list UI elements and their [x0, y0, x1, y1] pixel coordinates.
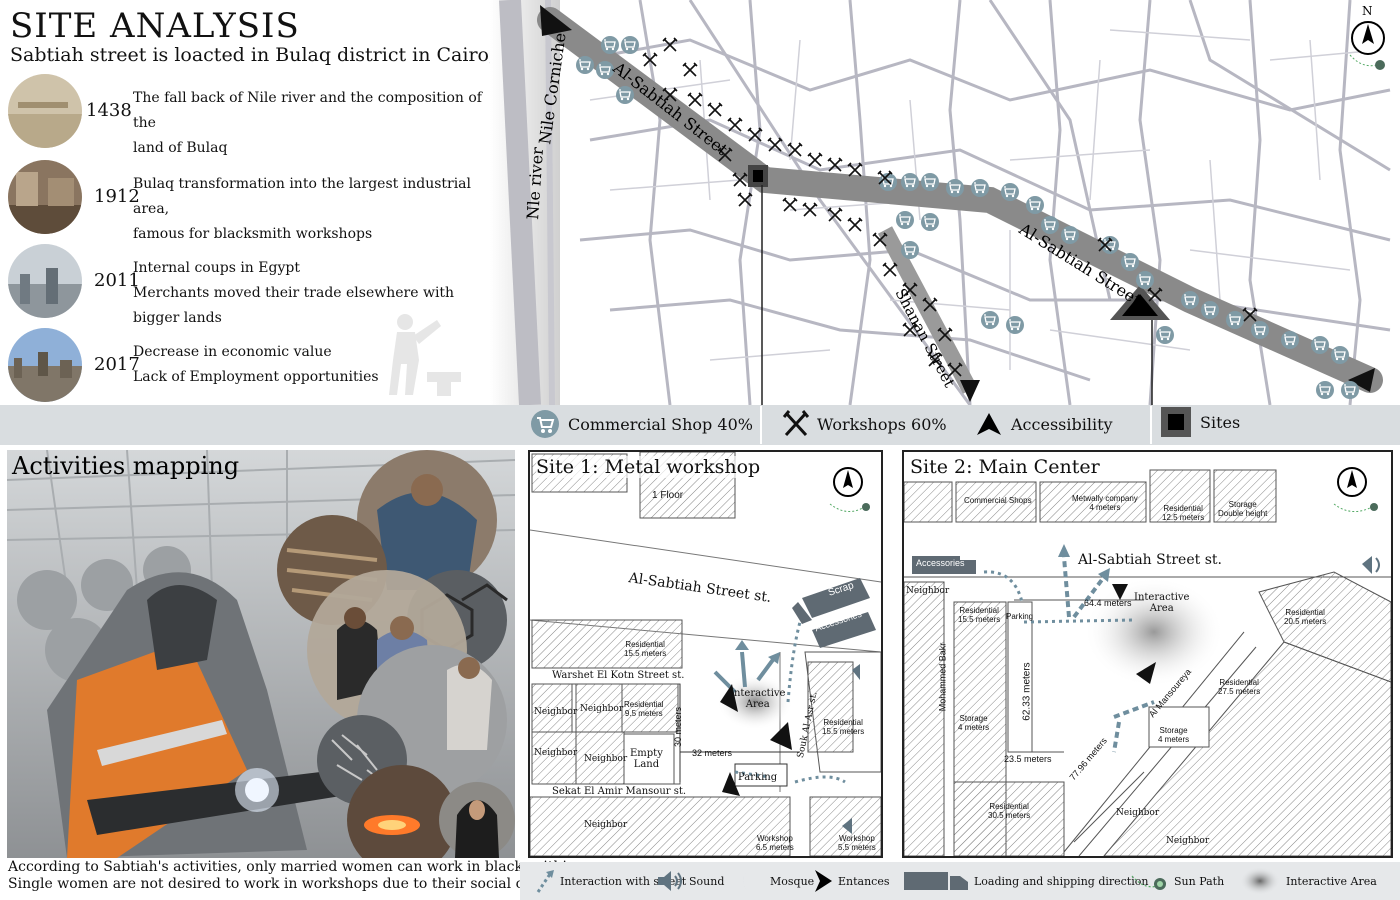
site1-neighbor-label: Neighbor — [534, 707, 578, 717]
activities-photo-collage — [7, 450, 515, 858]
legend-sites: Sites — [1160, 407, 1241, 437]
timeline-item: 1912 Bulaq transformation into the large… — [8, 160, 508, 242]
legend-mosque: Mosque — [740, 866, 814, 896]
site2-235m-label: 23.5 meters — [1004, 754, 1052, 764]
legend-interactive-area: Interactive Area — [1238, 866, 1377, 896]
timeline-text: The fall back of Nile river and the comp… — [133, 90, 482, 131]
north-arrow-icon — [1333, 467, 1378, 512]
site2-6233m-label: 62.33 meters — [1021, 662, 1033, 721]
legend-workshops: Workshops 60% — [783, 410, 947, 437]
timeline-text: Merchants moved their trade elsewhere wi… — [133, 285, 455, 326]
site1-neighbor-label: Neighbor — [534, 748, 578, 758]
site2-neighbor-label: Neighbor — [906, 586, 950, 596]
site2-mohammed-label: Mohammed Bakr — [937, 642, 948, 712]
arrow-head-icon — [977, 413, 1001, 435]
site1-32m-label: 32 meters — [692, 748, 733, 758]
page-title: SITE ANALYSIS — [10, 6, 300, 46]
site1-residential2: Residential 9.5 meters — [624, 700, 664, 718]
activities-note-1: According to Sabtiah's activities, only … — [8, 859, 585, 875]
timeline-item: 2011 Internal coups in Egypt Merchants m… — [8, 244, 508, 326]
site1-workshop1: Workshop 6.5 meters — [756, 834, 794, 852]
timeline-photo — [8, 160, 82, 234]
site2-interactive-area: Interactive Area — [1134, 592, 1190, 614]
site2-neighbor-label: Neighbor — [1166, 836, 1210, 846]
site-map: N Nile Corniche Nle river Al-Sabtiah Str… — [490, 0, 1400, 405]
legend-sun-path: Sun Path — [1130, 866, 1224, 896]
site1-neighbor-label: Neighbor — [584, 754, 628, 764]
site2-street-label: Al-Sabtiah Street st. — [1078, 552, 1222, 568]
site2-neighbor-label: Neighbor — [1116, 808, 1160, 818]
timeline-photo — [8, 74, 82, 148]
map-drawing: N Nile Corniche Nle river Al-Sabtiah Str… — [490, 0, 1400, 405]
site2-644m-label: 64.4 meters — [1084, 598, 1132, 608]
site1-neighbor-label: Neighbor — [584, 820, 628, 830]
activities-title: Activities mapping — [12, 452, 240, 480]
legend-accessibility-label: Accessibility — [1011, 414, 1113, 434]
site1-neighbor-label: Neighbor — [580, 704, 624, 714]
site2-panel: Site 2: Main Center Commercial Shops Met… — [902, 450, 1393, 858]
timeline-item: 2017 Decrease in economic value Lack of … — [8, 328, 508, 402]
dashed-arrow-icon — [536, 870, 554, 893]
site1-interactive-area: Interactive Area — [730, 688, 786, 710]
timeline-photo — [8, 328, 82, 402]
speaker-icon — [658, 871, 682, 891]
site1-sekat-label: Sekat El Amir Mansour st. — [552, 786, 687, 797]
legend-sites-label: Sites — [1200, 412, 1241, 432]
interactive-area-icon — [1240, 867, 1280, 895]
site2-residential-c: Residential 20.5 meters — [1284, 608, 1327, 626]
timeline-year: 1438 — [86, 100, 132, 121]
plan-legend: Interaction with street Sound Mosque Ent… — [520, 862, 1400, 900]
timeline-text: Internal coups in Egypt — [133, 260, 300, 276]
site-square-icon — [1161, 407, 1191, 437]
site1-panel: Site 1: Metal workshop 1 Floor Al-Sabtia… — [528, 450, 883, 858]
site2-title: Site 2: Main Center — [910, 456, 1100, 478]
timeline-text: Decrease in economic value — [133, 344, 332, 360]
site2-storage3: Storage 4 meters — [958, 714, 990, 732]
timeline-item: 1438 The fall back of Nile river and the… — [8, 74, 508, 156]
north-arrow-icon — [829, 467, 870, 512]
site1-residential3: Residential 15.5 meters — [822, 718, 865, 736]
site2-plan — [904, 467, 1391, 856]
legend-commercial: Commercial Shop 40% — [530, 410, 753, 438]
site2-parking-label: Parking — [1006, 612, 1034, 621]
sound-icon — [1362, 556, 1380, 574]
timeline-text: land of Bulaq — [133, 140, 228, 156]
legend-entrances: Entances — [812, 866, 890, 896]
legend-workshops-label: Workshops 60% — [817, 414, 947, 434]
timeline-photo — [8, 244, 82, 318]
timeline-text: Lack of Employment opportunities — [133, 369, 379, 385]
timeline-text: Bulaq transformation into the largest in… — [133, 176, 472, 217]
entrance-arrow-icon — [815, 870, 832, 892]
site1-residential1: Residential 15.5 meters — [624, 640, 667, 658]
site2-accessories-label: Accessories — [916, 558, 965, 568]
site1-title: Site 1: Metal workshop — [536, 456, 761, 478]
shopping-cart-icon — [531, 410, 559, 438]
sun-path-icon — [1131, 875, 1167, 890]
site1-parking-label: Parking — [738, 772, 778, 783]
site1-30m-label: 30 meters — [673, 706, 684, 748]
site2-residential-b: Residential 15.5 meters — [958, 606, 1001, 624]
page-subtitle: Sabtiah street is loacted in Bulaq distr… — [10, 44, 558, 66]
truck-icon — [904, 872, 968, 890]
site2-metwally: Metwally company 4 meters — [1072, 494, 1138, 512]
site2-residential-d: Residential 27.5 meters — [1218, 678, 1261, 696]
activities-collage-drawing — [7, 450, 515, 858]
site1-warshet-label: Warshet El Kotn Street st. — [552, 670, 685, 681]
site1-workshop2: Workshop 5.5 meters — [838, 834, 876, 852]
wrench-hammer-icon — [783, 410, 809, 437]
activities-note-2: Single women are not desired to work in … — [8, 876, 571, 892]
crescent-icon — [742, 868, 756, 894]
north-label: N — [1362, 4, 1373, 18]
site2-commercial-label: Commercial Shops — [964, 496, 1032, 505]
site1-floor-label: 1 Floor — [652, 490, 684, 501]
legend-sound: Sound — [655, 866, 724, 896]
site1-empty-land: Empty Land — [630, 748, 663, 770]
site2-residential-a: Residential 12.5 meters — [1162, 504, 1205, 522]
site2-storage2: Storage 4 meters — [1158, 726, 1190, 744]
legend-accessibility: Accessibility — [975, 411, 1113, 437]
site2-residential-e: Residential 30.5 meters — [988, 802, 1031, 820]
legend-commercial-label: Commercial Shop 40% — [568, 414, 753, 434]
site2-storage: Storage Double height — [1218, 500, 1268, 518]
legend-loading: Loading and shipping direction — [902, 866, 1148, 896]
